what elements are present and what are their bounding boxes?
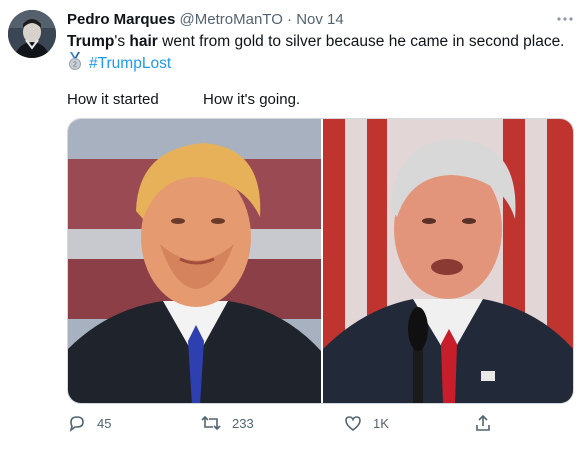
user-handle[interactable]: @MetroManTO xyxy=(180,11,283,28)
separator-dot: · xyxy=(287,11,293,28)
reply-button[interactable]: 45 xyxy=(67,413,111,433)
caption-left: How it started xyxy=(67,91,159,108)
like-count: 1K xyxy=(373,415,389,431)
tweet-header: Pedro Marques @MetroManTO · Nov 14 xyxy=(67,11,344,28)
like-button[interactable]: 1K xyxy=(343,413,389,433)
svg-text:2: 2 xyxy=(73,62,77,69)
hashtag-link[interactable]: #TrumpLost xyxy=(89,55,171,73)
retweet-button[interactable]: 233 xyxy=(200,413,254,433)
heart-icon xyxy=(343,413,363,433)
tweet-text-2: 's xyxy=(114,33,130,50)
more-options-icon[interactable] xyxy=(556,10,574,28)
retweet-count: 233 xyxy=(232,415,254,431)
share-icon xyxy=(473,413,493,433)
tweet-text: Trump's hair went from gold to silver be… xyxy=(67,33,565,51)
tweet-date[interactable]: Nov 14 xyxy=(296,11,344,28)
tweet-text-4: went from gold to silver because he came… xyxy=(157,33,565,50)
photo-how-it-started[interactable] xyxy=(68,119,321,403)
caption-right: How it's going. xyxy=(203,91,301,108)
share-button[interactable] xyxy=(473,413,493,433)
tweet-actions: 45 233 1K xyxy=(67,413,567,435)
tweet-hashtag-line: 2 #TrumpLost xyxy=(67,52,171,75)
avatar-image xyxy=(8,10,56,58)
photo-how-its-going[interactable] xyxy=(323,119,573,403)
silver-medal-icon: 2 xyxy=(67,52,83,75)
avatar[interactable] xyxy=(8,10,56,58)
tweet-media[interactable] xyxy=(67,118,574,404)
tweet[interactable]: Pedro Marques @MetroManTO · Nov 14 Trump… xyxy=(0,0,584,449)
tweet-text-bold-2: hair xyxy=(129,33,158,50)
tweet-text-bold-1: Trump xyxy=(67,33,115,50)
reply-count: 45 xyxy=(97,415,112,431)
retweet-icon xyxy=(200,413,222,433)
reply-icon xyxy=(67,413,87,433)
display-name[interactable]: Pedro Marques xyxy=(67,11,175,28)
